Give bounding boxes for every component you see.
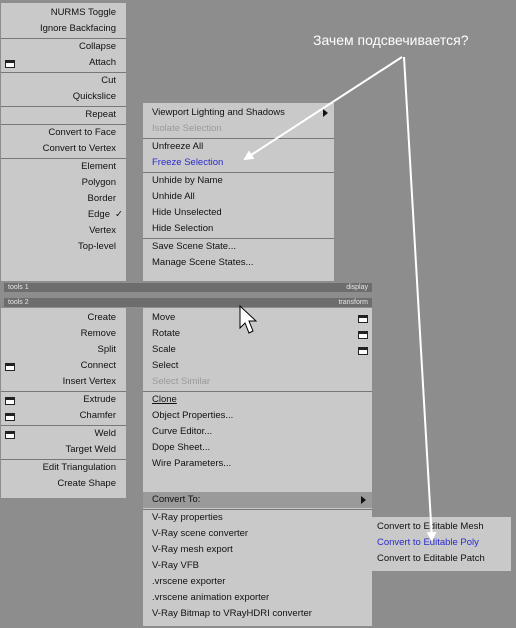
menu-item-vray-properties[interactable]: V-Ray properties bbox=[143, 510, 372, 526]
menu-item-hide-selection[interactable]: Hide Selection bbox=[143, 221, 334, 237]
checkmark-icon: ✓ bbox=[115, 209, 123, 220]
menu-item-label: Weld bbox=[94, 428, 116, 439]
menu-item-chamfer[interactable]: Chamfer bbox=[1, 408, 126, 424]
menu-item-object-properties[interactable]: Object Properties... bbox=[143, 408, 372, 424]
settings-box-icon[interactable] bbox=[358, 315, 368, 323]
submenu-arrow-icon bbox=[361, 496, 366, 504]
menu-item-remove[interactable]: Remove bbox=[1, 326, 126, 342]
menu-item-split[interactable]: Split bbox=[1, 342, 126, 358]
menu-item-scale[interactable]: Scale bbox=[143, 342, 372, 358]
settings-box-icon[interactable] bbox=[5, 431, 15, 439]
menu-item-ignore-backfacing[interactable]: Ignore Backfacing bbox=[1, 21, 126, 37]
menu-item-clone[interactable]: Clone bbox=[143, 392, 372, 408]
menu-item-convert-to-face[interactable]: Convert to Face bbox=[1, 125, 126, 141]
menu-item-polygon[interactable]: Polygon bbox=[1, 175, 126, 191]
menu-item-vray-mesh-export[interactable]: V-Ray mesh export bbox=[143, 542, 372, 558]
menu-item-label: Convert To: bbox=[152, 494, 201, 505]
menu-item-move[interactable]: Move bbox=[143, 310, 372, 326]
menu-item-convert-to-vertex[interactable]: Convert to Vertex bbox=[1, 141, 126, 157]
menu-item-nurms-toggle[interactable]: NURMS Toggle bbox=[1, 5, 126, 21]
menu-item-freeze-selection[interactable]: Freeze Selection bbox=[143, 155, 334, 171]
menu-item-save-scene-state[interactable]: Save Scene State... bbox=[143, 239, 334, 255]
menu-item-select-similar: Select Similar bbox=[152, 376, 211, 387]
quad-title-tools1: tools 1 bbox=[8, 284, 29, 291]
menu-item-weld[interactable]: Weld bbox=[1, 426, 126, 442]
menu-item-vrscene-exporter[interactable]: .vrscene exporter bbox=[143, 574, 372, 590]
menu-item-edit-triangulation[interactable]: Edit Triangulation bbox=[1, 460, 126, 476]
quad-title-display: display bbox=[346, 284, 368, 291]
left-quad-menu-top: NURMS Toggle Ignore Backfacing Collapse … bbox=[1, 3, 126, 281]
menu-item-connect[interactable]: Connect bbox=[1, 358, 126, 374]
menu-item-vertex[interactable]: Vertex bbox=[1, 223, 126, 239]
submenu-arrow-icon bbox=[323, 109, 328, 117]
menu-item-curve-editor[interactable]: Curve Editor... bbox=[143, 424, 372, 440]
settings-box-icon[interactable] bbox=[5, 397, 15, 405]
menu-item-label: Move bbox=[152, 312, 176, 323]
menu-item-collapse[interactable]: Collapse bbox=[1, 39, 126, 55]
settings-box-icon[interactable] bbox=[358, 331, 368, 339]
quad-title-tools2: tools 2 bbox=[8, 299, 29, 306]
menu-item-convert-editable-patch[interactable]: Convert to Editable Patch bbox=[368, 551, 511, 567]
quad-title-bar-tools2: tools 2 transform bbox=[4, 298, 372, 307]
menu-item-label: Rotate bbox=[152, 328, 180, 339]
menu-item-label: Connect bbox=[80, 360, 116, 371]
menu-item-label: Extrude bbox=[83, 394, 116, 405]
menu-item-border[interactable]: Border bbox=[1, 191, 126, 207]
menu-item-convert-editable-mesh[interactable]: Convert to Editable Mesh bbox=[368, 519, 511, 535]
menu-item-attach[interactable]: Attach bbox=[1, 55, 126, 71]
menu-item-insert-vertex[interactable]: Insert Vertex bbox=[1, 374, 126, 390]
menu-item-rotate[interactable]: Rotate bbox=[143, 326, 372, 342]
menu-item-convert-editable-poly[interactable]: Convert to Editable Poly bbox=[368, 535, 511, 551]
menu-item-isolate-selection: Isolate Selection bbox=[152, 123, 222, 134]
menu-item-viewport-lighting[interactable]: Viewport Lighting and Shadows bbox=[143, 105, 334, 121]
menu-item-select[interactable]: Select bbox=[143, 358, 372, 374]
settings-box-icon[interactable] bbox=[358, 347, 368, 355]
menu-item-cut[interactable]: Cut bbox=[1, 73, 126, 89]
menu-item-element[interactable]: Element bbox=[1, 159, 126, 175]
menu-item-vray-scene-converter[interactable]: V-Ray scene converter bbox=[143, 526, 372, 542]
menu-item-hide-unselected[interactable]: Hide Unselected bbox=[143, 205, 334, 221]
menu-item-manage-scene-states[interactable]: Manage Scene States... bbox=[143, 255, 334, 271]
menu-item-create-shape[interactable]: Create Shape bbox=[1, 476, 126, 492]
menu-item-label: Viewport Lighting and Shadows bbox=[152, 107, 285, 118]
quad-title-bar-tools1: tools 1 display bbox=[4, 283, 372, 292]
annotation-text: Зачем подсвечивается? bbox=[313, 32, 469, 48]
menu-item-convert-to[interactable]: Convert To: bbox=[143, 492, 372, 508]
right-quad-menu-bottom: Move Rotate Scale Select Select Similar … bbox=[143, 308, 372, 626]
menu-item-unhide-by-name[interactable]: Unhide by Name bbox=[143, 173, 334, 189]
menu-item-unhide-all[interactable]: Unhide All bbox=[143, 189, 334, 205]
menu-item-quickslice[interactable]: Quickslice bbox=[1, 89, 126, 105]
settings-box-icon[interactable] bbox=[5, 413, 15, 421]
menu-item-label: Edge bbox=[87, 209, 110, 220]
settings-box-icon[interactable] bbox=[5, 60, 15, 68]
menu-item-vray-vfb[interactable]: V-Ray VFB bbox=[143, 558, 372, 574]
menu-item-top-level[interactable]: Top-level bbox=[1, 239, 126, 255]
menu-item-extrude[interactable]: Extrude bbox=[1, 392, 126, 408]
menu-item-label: Scale bbox=[152, 344, 176, 355]
menu-item-repeat[interactable]: Repeat bbox=[1, 107, 126, 123]
menu-item-wire-parameters[interactable]: Wire Parameters... bbox=[143, 456, 372, 472]
settings-box-icon[interactable] bbox=[5, 363, 15, 371]
menu-item-unfreeze-all[interactable]: Unfreeze All bbox=[143, 139, 334, 155]
menu-item-target-weld[interactable]: Target Weld bbox=[1, 442, 126, 458]
right-quad-menu-top: Viewport Lighting and Shadows Isolate Se… bbox=[143, 103, 334, 281]
left-quad-menu-bottom: Create Remove Split Connect Insert Verte… bbox=[1, 308, 126, 498]
menu-item-create[interactable]: Create bbox=[1, 310, 126, 326]
menu-item-label: Chamfer bbox=[79, 410, 116, 421]
menu-item-vrscene-animation-exporter[interactable]: .vrscene animation exporter bbox=[143, 590, 372, 606]
annotation-arrow-to-editable-poly bbox=[403, 56, 437, 542]
convert-to-submenu: Convert to Editable Mesh Convert to Edit… bbox=[368, 517, 511, 571]
menu-item-label: Attach bbox=[89, 57, 116, 68]
menu-item-edge[interactable]: Edge ✓ bbox=[1, 207, 126, 223]
menu-item-dope-sheet[interactable]: Dope Sheet... bbox=[143, 440, 372, 456]
quad-title-transform: transform bbox=[338, 299, 368, 306]
menu-item-vray-bitmap-converter[interactable]: V-Ray Bitmap to VRayHDRI converter bbox=[143, 606, 372, 622]
